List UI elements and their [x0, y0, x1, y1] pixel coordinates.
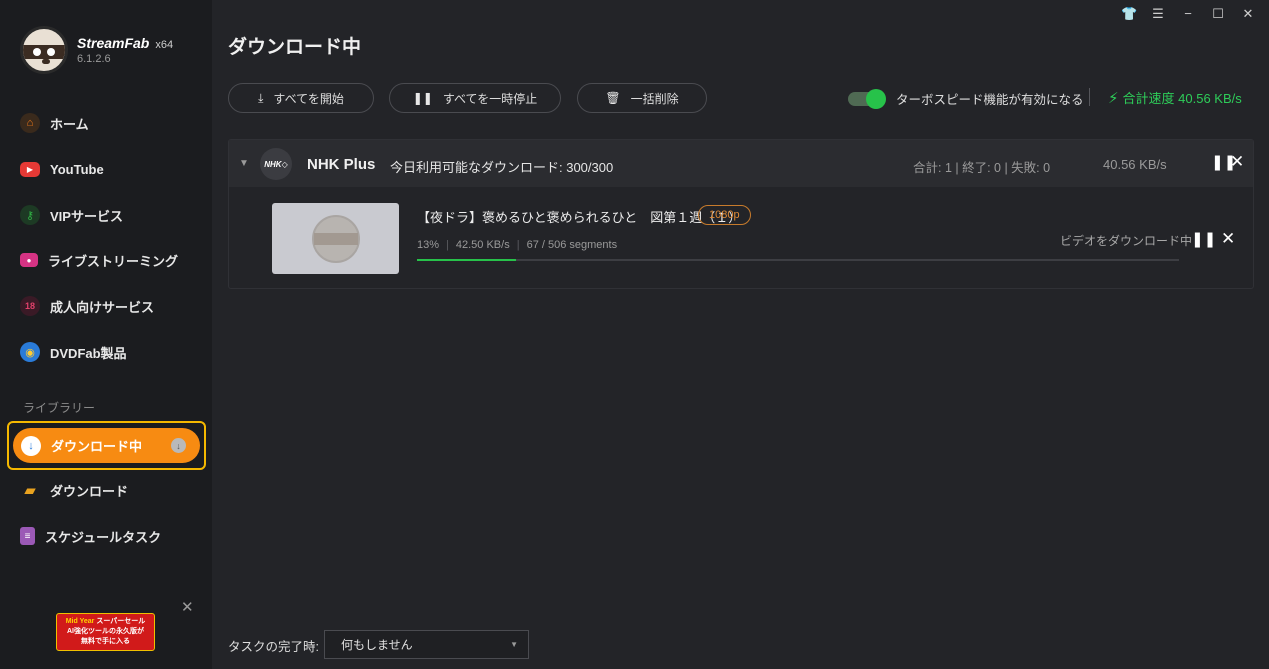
group-stats: 合計: 1 | 終了: 0 | 失敗: 0: [913, 161, 1051, 175]
bolt-icon: ⚡: [1108, 89, 1119, 107]
home-icon: ⌂: [20, 113, 40, 133]
sidebar-item-label: VIPサービス: [50, 208, 123, 224]
youtube-icon: ▶: [20, 161, 40, 177]
promo-line1a: Mid Year: [65, 618, 95, 625]
resolution-badge: 1080p: [698, 205, 751, 225]
sidebar-item-home[interactable]: ⌂ ホーム: [20, 111, 89, 135]
trash-icon: 🗑: [605, 91, 621, 105]
video-title: 【夜ドラ】褒めるひと褒められるひと 図第１週（１）: [417, 210, 742, 225]
app-name: StreamFab: [77, 35, 150, 51]
sidebar-item-label: ホーム: [50, 116, 89, 132]
delete-all-button[interactable]: 🗑 一括削除: [577, 83, 707, 113]
sidebar: StreamFab x64 6.1.2.6 ⌂ ホーム ▶ YouTube ⚷ V…: [0, 0, 212, 669]
adult-icon: 18: [20, 296, 40, 316]
sidebar-item-label: ライブストリーミング: [48, 253, 179, 269]
page-title: ダウンロード中: [228, 37, 362, 58]
download-percent: 13%: [417, 239, 440, 251]
chevron-down-icon: ▼: [510, 640, 518, 649]
promo-banner[interactable]: Mid Year スーパーセール AI強化ツールの永久版が 無料で手に入る: [56, 613, 155, 651]
menu-icon[interactable]: ☰: [1151, 6, 1165, 22]
group-header: ▼ NHK ◇ NHK Plus 今日利用可能なダウンロード: 300/300 合…: [229, 140, 1253, 187]
sidebar-item-label: ダウンロード中: [51, 439, 143, 454]
sidebar-item-label: YouTube: [50, 161, 104, 177]
active-highlight: ↓ ダウンロード中 ↓: [7, 421, 206, 470]
app-version: 6.1.2.6: [77, 53, 111, 65]
collapse-caret-icon[interactable]: ▼: [239, 158, 249, 169]
item-close-icon[interactable]: ✕: [1221, 229, 1235, 249]
sidebar-item-downloaded[interactable]: ▰ ダウンロード: [20, 478, 128, 502]
key-icon: ⚷: [20, 205, 40, 225]
shirt-icon[interactable]: 👕: [1121, 6, 1137, 22]
schedule-icon: ≡: [20, 527, 35, 545]
turbo-label: ターボスピード機能が有効になる: [896, 93, 1084, 107]
sidebar-item-label: DVDFab製品: [50, 345, 127, 361]
delete-all-label: 一括削除: [630, 91, 679, 106]
total-speed: ⚡ 合計速度 40.56 KB/s: [1108, 88, 1242, 107]
promo-close-icon[interactable]: ✕: [181, 598, 194, 616]
on-complete-value: 何もしません: [341, 638, 413, 652]
promo-line1b: スーパーセール: [96, 618, 146, 625]
app-arch: x64: [155, 39, 174, 51]
progress-fill: [417, 259, 517, 261]
sidebar-item-schedule[interactable]: ≡ スケジュールタスク: [20, 524, 161, 548]
close-icon[interactable]: ✕: [1241, 6, 1255, 22]
download-segments: 67 / 506 segments: [526, 239, 618, 251]
pause-all-button[interactable]: ❚❚ すべてを一時停止: [389, 83, 561, 113]
download-badge-icon: ↓: [171, 438, 186, 453]
dvdfab-icon: ◉: [20, 342, 40, 362]
download-speed: 42.50 KB/s: [455, 239, 510, 251]
turbo-setting: ターボスピード機能が有効になる: [848, 88, 1084, 109]
video-thumbnail: [272, 203, 399, 274]
download-status: ビデオをダウンロード中: [1060, 234, 1193, 248]
group-close-icon[interactable]: ✕: [1230, 152, 1244, 172]
window-controls: 👕 ☰ − ☐ ✕: [1121, 6, 1255, 22]
start-all-label: すべてを開始: [273, 91, 344, 106]
promo-line2: AI強化ツールの永久版が: [67, 628, 144, 635]
download-icon: ⤓: [258, 90, 264, 105]
sidebar-item-downloading[interactable]: ↓ ダウンロード中 ↓: [13, 428, 200, 463]
library-heading: ライブラリー: [23, 401, 96, 415]
sidebar-item-dvdfab[interactable]: ◉ DVDFab製品: [20, 340, 127, 364]
nhk-logo-icon: NHK ◇: [260, 148, 292, 180]
on-complete-select[interactable]: 何もしません ▼: [324, 630, 529, 659]
turbo-toggle[interactable]: [848, 88, 886, 109]
sidebar-item-youtube[interactable]: ▶ YouTube: [20, 157, 104, 181]
minimize-icon[interactable]: −: [1181, 6, 1195, 22]
folder-icon: ▰: [24, 482, 36, 499]
sidebar-item-label: ダウンロード: [50, 483, 129, 499]
sidebar-item-live[interactable]: ● ライブストリーミング: [20, 248, 178, 272]
camera-icon: ●: [20, 253, 38, 267]
app-logo: StreamFab x64 6.1.2.6: [20, 26, 173, 74]
download-meta: 13% | 42.50 KB/s | 67 / 506 segments: [417, 239, 618, 251]
total-speed-label: 合計速度 40.56 KB/s: [1122, 91, 1242, 106]
sidebar-item-label: 成人向けサービス: [50, 299, 155, 315]
sloth-logo-icon: [20, 26, 68, 74]
sidebar-item-vip[interactable]: ⚷ VIPサービス: [20, 203, 123, 227]
placeholder-sloth-icon: [311, 214, 360, 263]
on-complete-label: タスクの完了時:: [228, 640, 319, 654]
start-all-button[interactable]: ⤓ すべてを開始: [228, 83, 374, 113]
download-group: ▼ NHK ◇ NHK Plus 今日利用可能なダウンロード: 300/300 合…: [228, 139, 1254, 289]
sidebar-item-label: スケジュールタスク: [45, 529, 162, 545]
download-icon: ↓: [21, 435, 41, 456]
daily-quota: 今日利用可能なダウンロード: 300/300: [390, 160, 614, 175]
site-name: NHK Plus: [307, 156, 376, 173]
maximize-icon[interactable]: ☐: [1211, 6, 1225, 22]
pause-all-label: すべてを一時停止: [442, 91, 538, 106]
group-speed: 40.56 KB/s: [1103, 157, 1167, 172]
item-pause-icon[interactable]: ❚❚: [1191, 230, 1216, 248]
divider: [1089, 88, 1090, 106]
progress-bar: [417, 259, 1179, 261]
pause-icon: ❚❚: [412, 91, 433, 105]
sidebar-item-adult[interactable]: 18 成人向けサービス: [20, 294, 154, 318]
promo-line3: 無料で手に入る: [81, 638, 130, 645]
